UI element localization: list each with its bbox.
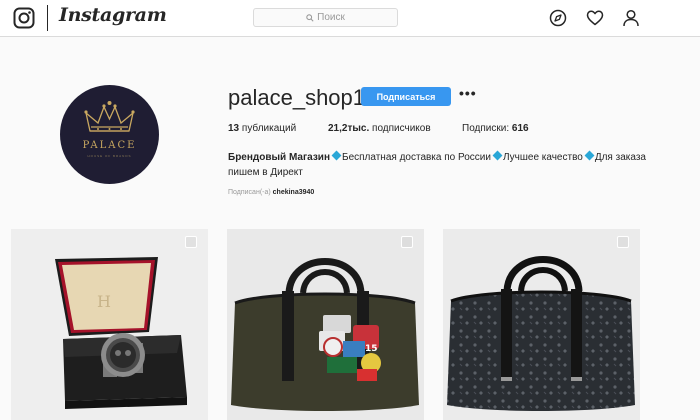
post-thumbnail-olive-bag[interactable]: 15 bbox=[227, 229, 424, 420]
search-icon bbox=[306, 13, 314, 22]
posts-count-label: публикаций bbox=[239, 123, 297, 134]
post-thumbnail-watch[interactable]: H bbox=[11, 229, 208, 420]
search-placeholder: Поиск bbox=[317, 12, 345, 23]
top-navigation-bar: Instagram Поиск bbox=[0, 0, 700, 37]
followed-by-label: Подписан(-а) bbox=[228, 189, 273, 196]
following-link[interactable]: Подписки: 616 bbox=[462, 123, 529, 134]
followed-by-line: Подписан(-а) chekina3940 bbox=[228, 189, 314, 196]
follow-button[interactable]: Подписаться bbox=[361, 87, 451, 106]
bio-shipping: Бесплатная доставка по России bbox=[342, 152, 491, 163]
bio-quality: Лучшее качество bbox=[502, 152, 583, 163]
following-count-value: 616 bbox=[511, 123, 529, 134]
crown-logo-icon bbox=[84, 101, 135, 132]
blue-diamond-icon bbox=[331, 150, 342, 161]
followers-count-value: 21,2тыс. bbox=[328, 123, 370, 134]
multi-select-checkbox[interactable] bbox=[401, 236, 413, 248]
followers-count-label: подписчиков bbox=[369, 123, 431, 134]
avatar-brand-text: PALACE bbox=[82, 140, 137, 151]
instagram-glyph-icon[interactable] bbox=[13, 7, 35, 29]
posts-count: 13 публикаций bbox=[228, 123, 296, 134]
more-options-button[interactable]: ••• bbox=[459, 85, 477, 101]
watch-box-image: H bbox=[55, 257, 187, 409]
profile-icon[interactable] bbox=[622, 9, 640, 27]
logo-divider bbox=[47, 5, 48, 31]
followers-link[interactable]: 21,2тыс. подписчиков bbox=[328, 123, 431, 134]
profile-bio: Брендовый Магазин Бесплатная доставка по … bbox=[228, 150, 658, 180]
svg-text:15: 15 bbox=[365, 344, 378, 354]
followed-by-user[interactable]: chekina3940 bbox=[273, 189, 315, 196]
olive-bag-image: 15 bbox=[231, 258, 419, 411]
blue-diamond-icon bbox=[492, 150, 503, 161]
profile-username: palace_shop1 bbox=[228, 85, 366, 110]
profile-avatar: PALACE HOUSE OF BRANDS bbox=[60, 85, 159, 184]
posts-count-value: 13 bbox=[228, 123, 240, 134]
svg-text:H: H bbox=[97, 292, 111, 311]
instagram-wordmark[interactable]: Instagram bbox=[59, 4, 167, 26]
multi-select-checkbox[interactable] bbox=[617, 236, 629, 248]
blue-diamond-icon bbox=[584, 150, 595, 161]
post-thumbnail-monogram-bag[interactable] bbox=[443, 229, 640, 420]
explore-compass-icon[interactable] bbox=[549, 9, 567, 27]
heart-icon[interactable] bbox=[586, 9, 604, 27]
bio-title: Брендовый Магазин bbox=[228, 152, 330, 163]
monogram-bag-image bbox=[447, 256, 635, 411]
multi-select-checkbox[interactable] bbox=[185, 236, 197, 248]
search-input[interactable]: Поиск bbox=[253, 8, 398, 27]
following-count-label: Подписки: bbox=[462, 123, 512, 134]
avatar-tagline: HOUSE OF BRANDS bbox=[87, 154, 132, 158]
